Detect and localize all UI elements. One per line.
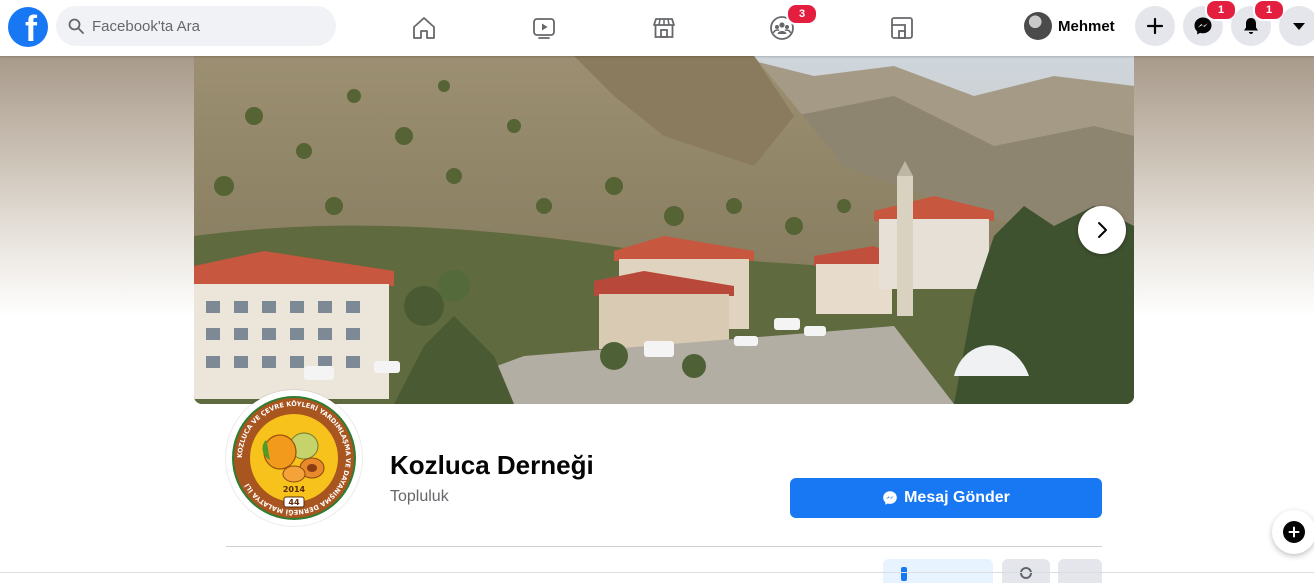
home-icon [413,17,435,39]
top-navigation-bar: f 3 Mehmet 1 1 [0,0,1314,56]
nav-watch[interactable] [524,8,564,48]
caret-down-icon [1293,23,1305,30]
watch-icon [533,18,555,39]
nav-gaming[interactable] [882,8,922,48]
page-category: Topluluk [390,488,449,505]
search-icon [1020,567,1032,579]
search-page-button[interactable] [1002,559,1050,583]
send-message-button[interactable]: Mesaj Gönder [790,478,1102,518]
like-page-button[interactable] [883,559,993,583]
chevron-right-icon [1098,222,1107,238]
search-icon [68,18,84,34]
profile-shortcut[interactable]: Mehmet [1020,8,1123,44]
nav-marketplace[interactable] [644,8,684,48]
new-message-icon [1283,521,1305,543]
bottom-divider [0,572,1314,573]
page-profile-picture[interactable]: KOZLUCA VE ÇEVRE KÖYLERİ YARDIMLAŞMA VE … [226,390,362,526]
marketplace-icon [653,18,675,38]
nav-home[interactable] [404,8,444,48]
notifications-button[interactable]: 1 [1231,0,1285,46]
header-divider [226,546,1102,547]
send-message-label: Mesaj Gönder [904,489,1010,506]
search-box[interactable] [56,6,336,46]
messenger-icon [883,491,897,505]
facebook-logo-icon[interactable]: f [8,7,48,47]
cover-photo[interactable] [194,56,1134,404]
account-menu-button[interactable] [1279,6,1314,46]
groups-notification-badge: 3 [786,3,818,25]
cover-next-button[interactable] [1078,206,1126,254]
logo-plate: 44 [288,498,300,507]
create-button[interactable] [1135,6,1175,46]
profile-name: Mehmet [1058,17,1115,35]
avatar [1024,12,1052,40]
association-logo: KOZLUCA VE ÇEVRE KÖYLERİ YARDIMLAŞMA VE … [232,396,356,520]
more-options-button[interactable] [1058,559,1102,583]
messenger-button[interactable]: 1 [1183,0,1237,46]
gaming-icon [891,17,913,39]
plus-icon [1146,17,1164,35]
new-message-button[interactable] [1272,510,1314,554]
search-input[interactable] [92,17,312,35]
town-landscape-image [194,56,1134,404]
logo-year: 2014 [283,485,306,494]
page-title: Kozluca Derneği [390,450,594,480]
nav-groups[interactable]: 3 [762,3,818,48]
like-icon [901,567,907,581]
